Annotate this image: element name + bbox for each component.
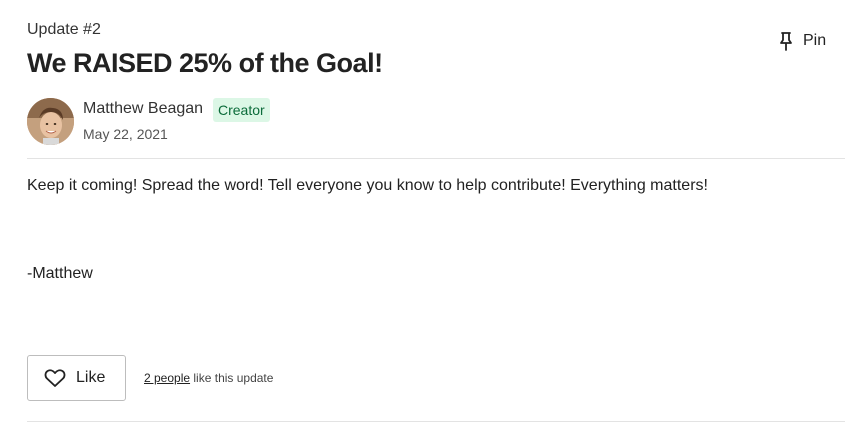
likes-summary: 2 people like this update [144, 371, 273, 385]
like-label: Like [76, 369, 106, 386]
divider [27, 158, 845, 159]
avatar[interactable] [27, 98, 74, 145]
like-button[interactable]: Like [27, 355, 126, 401]
avatar-portrait [27, 98, 74, 145]
author-name[interactable]: Matthew Beagan [83, 100, 203, 118]
update-label: Update #2 [27, 21, 101, 38]
heart-icon [44, 368, 66, 388]
update-body-paragraph: Keep it coming! Spread the word! Tell ev… [27, 177, 708, 194]
pin-button[interactable]: Pin [772, 26, 844, 56]
pin-label: Pin [803, 32, 827, 49]
likes-suffix: like this update [193, 371, 274, 385]
update-signoff: -Matthew [27, 265, 93, 282]
update-card: Update #2 Pin We RAISED 25% of the Goal!… [0, 0, 862, 432]
update-title: We RAISED 25% of the Goal! [27, 48, 383, 78]
divider [27, 421, 845, 422]
creator-badge: Creator [213, 98, 270, 122]
pin-icon [778, 31, 794, 51]
post-date: May 22, 2021 [83, 126, 168, 142]
likes-count-link[interactable]: 2 people [144, 371, 190, 385]
